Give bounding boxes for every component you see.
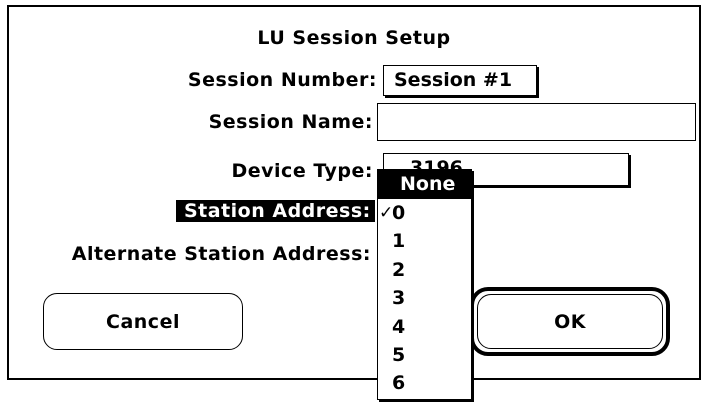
menu-item-label: 4 [392, 316, 406, 338]
check-icon: ✓ [379, 203, 394, 223]
menu-item-1[interactable]: 1 [378, 227, 471, 256]
menu-item-6[interactable]: 6 [378, 369, 471, 398]
session-name-field[interactable] [377, 103, 696, 141]
ok-button-label: OK [554, 310, 586, 333]
menu-item-label: None [400, 173, 456, 195]
menu-item-label: 5 [392, 344, 406, 366]
alternate-station-address-label: Alternate Station Address: [71, 243, 371, 265]
menu-item-none[interactable]: None [378, 170, 471, 199]
ok-button[interactable]: OK [477, 294, 663, 349]
lu-session-setup-dialog: LU Session Setup Session Number: Session… [7, 5, 701, 380]
menu-item-2[interactable]: 2 [378, 256, 471, 285]
device-type-label: Device Type: [231, 160, 373, 182]
menu-item-5[interactable]: 5 [378, 341, 471, 370]
session-number-popup[interactable]: Session #1 [383, 65, 537, 96]
menu-item-0[interactable]: ✓ 0 [378, 199, 471, 228]
cancel-button[interactable]: Cancel [43, 293, 243, 350]
menu-item-3[interactable]: 3 [378, 284, 471, 313]
station-address-menu: None ✓ 0 1 2 3 4 5 6 [377, 169, 472, 400]
menu-item-label: 3 [392, 287, 406, 309]
menu-item-4[interactable]: 4 [378, 313, 471, 342]
menu-item-label: 2 [392, 259, 406, 281]
station-address-label: Station Address: [176, 200, 375, 222]
session-number-value: Session #1 [394, 69, 513, 91]
dialog-title: LU Session Setup [257, 27, 451, 49]
session-name-label: Session Name: [208, 111, 373, 133]
session-number-label: Session Number: [187, 69, 377, 91]
menu-item-label: 1 [392, 230, 406, 252]
menu-item-label: 0 [392, 202, 406, 224]
cancel-button-label: Cancel [106, 310, 180, 333]
menu-item-label: 6 [392, 372, 406, 394]
